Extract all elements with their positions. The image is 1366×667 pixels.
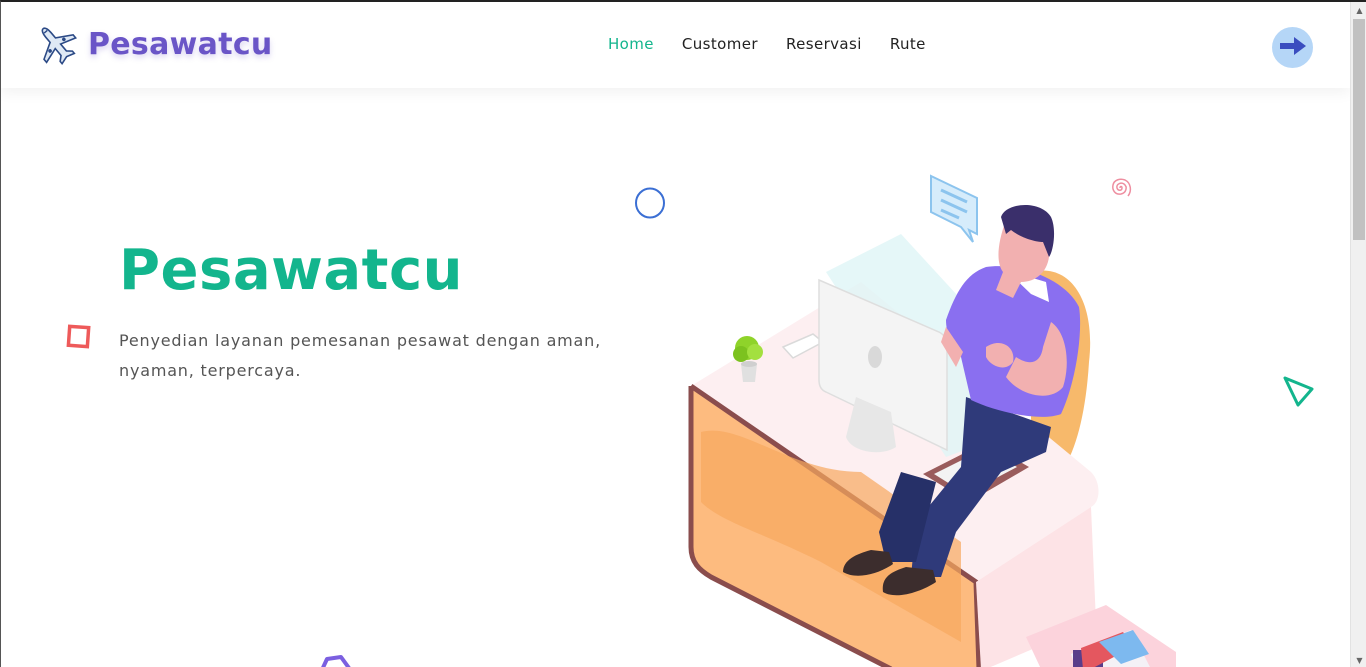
nav-item-home[interactable]: Home (608, 35, 654, 53)
triangle-shape-icon (1283, 376, 1314, 407)
arrow-right-icon (1279, 36, 1307, 60)
workspace-illustration (688, 174, 1176, 667)
scroll-up-icon[interactable]: ▲ (1351, 2, 1366, 19)
hexagon-shape-icon (321, 655, 351, 667)
hero-title: Pesawatcu (119, 238, 463, 303)
site-header: Pesawatcu Home Customer Reservasi Rute (1, 2, 1350, 88)
circle-shape-icon (635, 187, 665, 219)
vertical-scrollbar[interactable]: ▲ ▼ (1350, 2, 1366, 667)
airplane-icon (34, 22, 78, 66)
scroll-down-icon[interactable]: ▼ (1351, 652, 1366, 667)
chat-bubble-icon (930, 174, 978, 243)
nav-item-rute[interactable]: Rute (890, 35, 926, 53)
nav-item-reservasi[interactable]: Reservasi (786, 35, 862, 53)
hero-description: Penyedian layanan pemesanan pesawat deng… (119, 331, 601, 380)
scroll-thumb[interactable] (1353, 19, 1365, 240)
login-button[interactable] (1272, 27, 1313, 68)
browser-viewport: Pesawatcu Home Customer Reservasi Rute P… (0, 0, 1366, 667)
square-shape-icon (66, 324, 91, 349)
brand-logo[interactable]: Pesawatcu (34, 22, 273, 66)
brand-name: Pesawatcu (88, 26, 273, 62)
nav-item-customer[interactable]: Customer (682, 35, 758, 53)
main-nav: Home Customer Reservasi Rute (608, 35, 926, 53)
